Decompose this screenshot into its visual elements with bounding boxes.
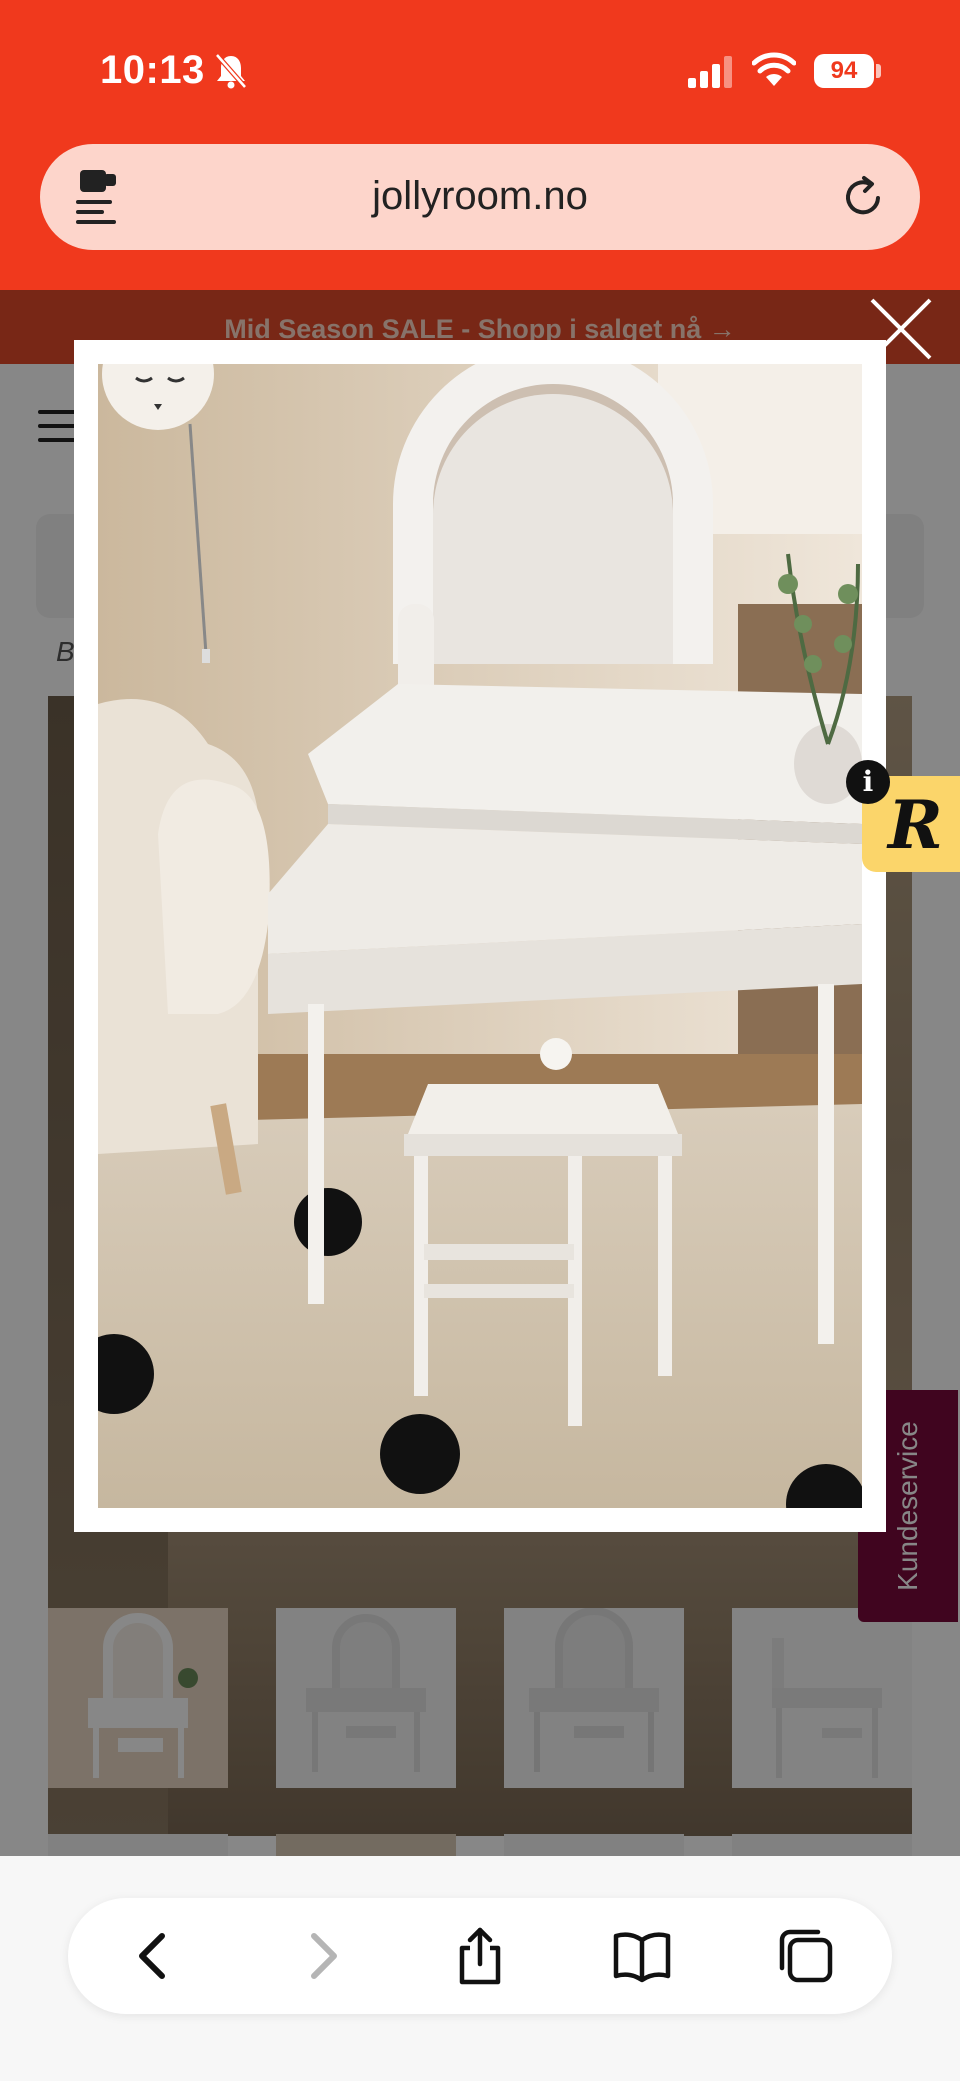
address-bar[interactable]: jollyroom.no <box>40 144 920 250</box>
cellular-signal-icon <box>688 56 732 88</box>
tabs-icon[interactable] <box>776 1926 836 1986</box>
close-icon[interactable] <box>866 294 936 364</box>
wifi-icon <box>752 52 796 86</box>
image-lightbox <box>74 340 886 1532</box>
battery-tip <box>876 64 881 78</box>
forward-icon[interactable] <box>292 1926 352 1986</box>
silent-bell-icon <box>215 53 247 89</box>
info-icon[interactable]: i <box>846 760 890 804</box>
bookmarks-icon[interactable] <box>612 1926 672 1986</box>
reload-icon[interactable] <box>840 174 886 220</box>
url-text[interactable]: jollyroom.no <box>40 174 920 219</box>
browser-bottom-bar <box>0 1856 960 2081</box>
lightbox-image[interactable] <box>98 364 862 1508</box>
browser-top-bar: 10:13 94 jollyroom.no <box>0 0 960 290</box>
reviews-badge-letter: R <box>888 786 943 864</box>
battery-indicator: 94 <box>814 54 874 88</box>
status-time: 10:13 <box>100 48 205 92</box>
share-icon[interactable] <box>450 1926 510 1986</box>
back-icon[interactable] <box>124 1926 184 1986</box>
browser-toolbar <box>68 1898 892 2014</box>
